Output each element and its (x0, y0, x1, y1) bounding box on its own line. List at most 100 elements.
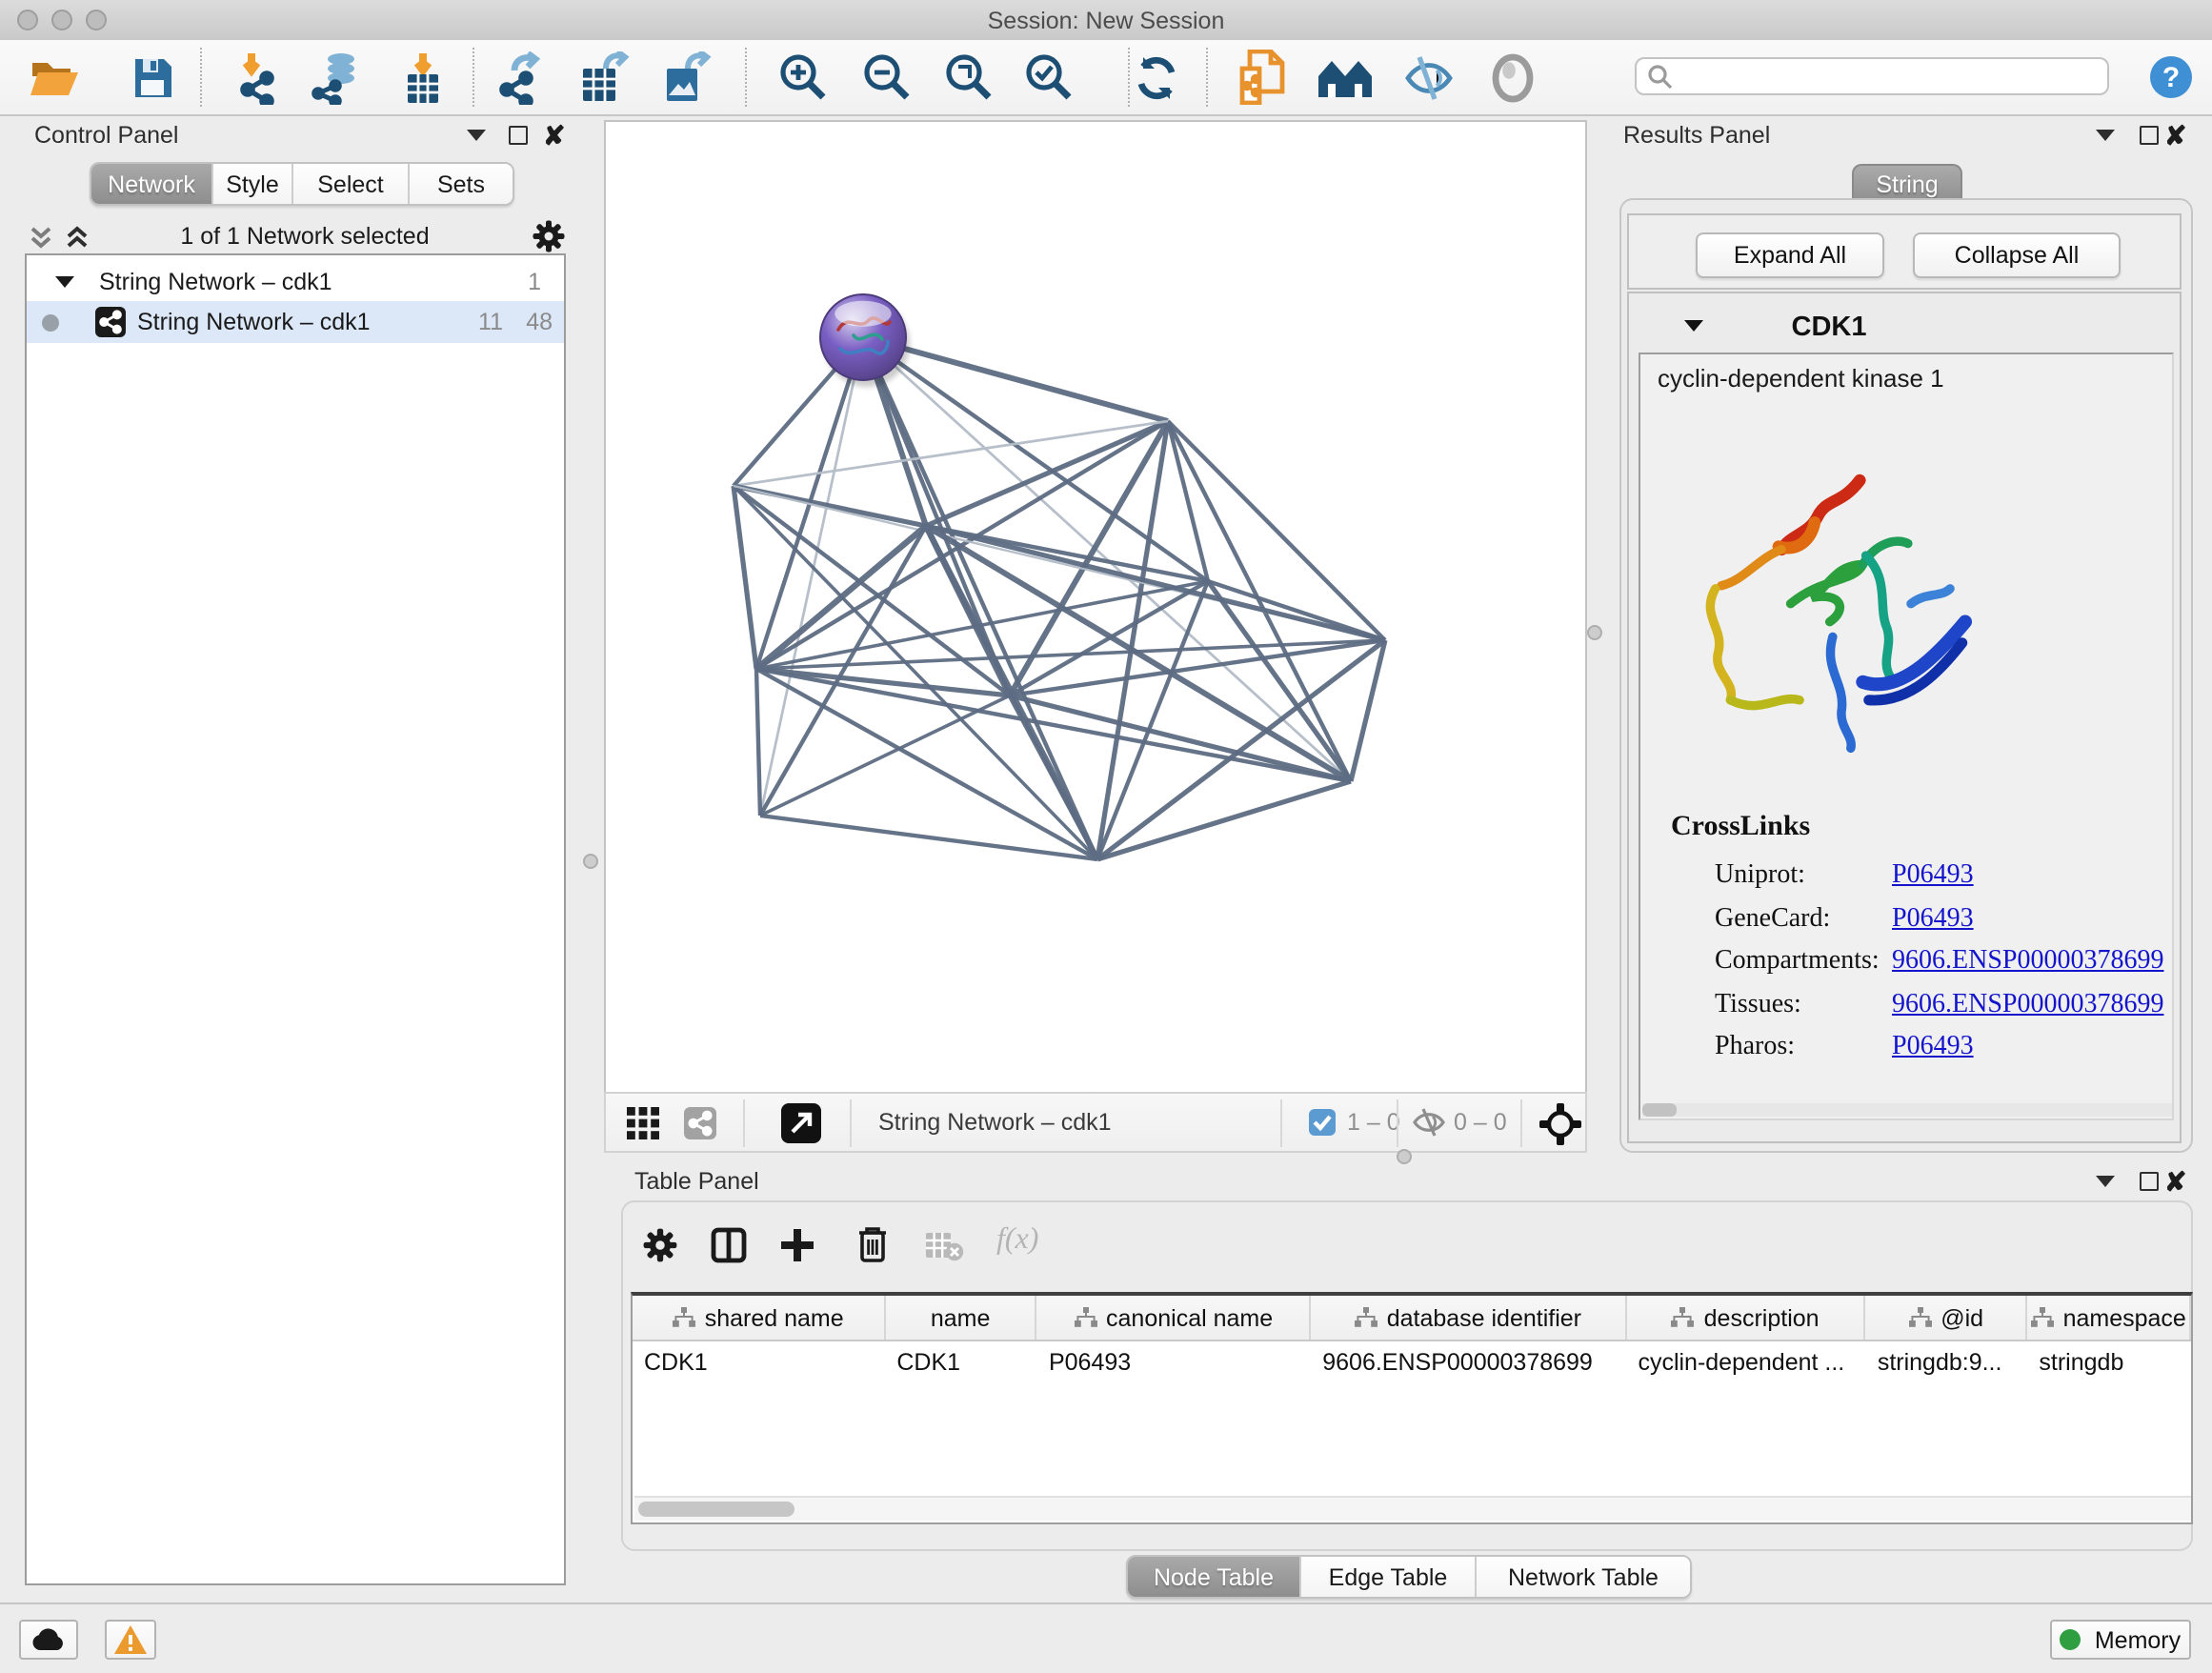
edge-CDKN1A-CCNE1[interactable] (1097, 781, 1351, 859)
edge-CCNB1-HIST1H1A[interactable] (756, 669, 760, 816)
edge-CCNB2-CCNE1[interactable] (863, 337, 1097, 859)
network-tree-row-selected[interactable]: String Network – cdk1 11 48 (27, 301, 564, 343)
results-panel-close-icon[interactable]: ✘ (2164, 126, 2186, 145)
table-cell[interactable]: stringdb (2027, 1341, 2191, 1383)
gene-details-hscrollbar[interactable] (1642, 1103, 2172, 1117)
column-header-canonical-name[interactable]: canonical name (1037, 1296, 1311, 1340)
control-panel-menu-caret[interactable] (467, 130, 486, 141)
export-image-button[interactable] (652, 46, 720, 109)
table-hscrollbar[interactable] (634, 1496, 2193, 1521)
collapse-all-button[interactable]: Collapse All (1913, 232, 2121, 278)
string-home-button[interactable] (1311, 46, 1379, 109)
collapse-all-chevron-icon[interactable] (27, 223, 55, 252)
table-cell[interactable]: P06493 (1037, 1341, 1311, 1383)
right-splitter-handle[interactable] (1587, 625, 1602, 640)
fit-selected-crosshair-icon[interactable] (1539, 1103, 1581, 1145)
edge-CCNB2-HIST1H1A[interactable] (760, 337, 863, 816)
edge-CCNA1-CDK1[interactable] (926, 421, 1168, 526)
tab-network[interactable]: Network (91, 164, 213, 204)
refresh-button[interactable] (1122, 46, 1191, 109)
table-panel-menu-caret[interactable] (2096, 1176, 2115, 1187)
results-panel-menu-caret[interactable] (2096, 130, 2115, 141)
crosslink-link[interactable]: 9606.ENSP00000378699 (1892, 991, 2163, 1021)
horizontal-splitter-handle[interactable] (1397, 1149, 1412, 1164)
cloud-button[interactable] (19, 1620, 78, 1660)
crosslink-link[interactable]: P06493 (1892, 1034, 1974, 1064)
open-session-button[interactable] (19, 46, 88, 109)
results-panel-float-icon[interactable] (2140, 126, 2159, 145)
table-cell[interactable]: CDK1 (633, 1341, 885, 1383)
table-cell[interactable]: 9606.ENSP00000378699 (1311, 1341, 1626, 1383)
table-panel-float-icon[interactable] (2140, 1172, 2159, 1191)
left-splitter-handle[interactable] (583, 854, 598, 869)
birdseye-view-icon[interactable] (781, 1103, 821, 1143)
tab-node-table[interactable]: Node Table (1128, 1557, 1301, 1597)
add-column-icon[interactable] (779, 1227, 815, 1263)
selected-checkbox-icon[interactable] (1309, 1109, 1336, 1136)
network-graph[interactable] (606, 122, 1585, 1092)
control-panel-float-icon[interactable] (509, 126, 528, 145)
gene-section-caret[interactable] (1684, 320, 1703, 332)
edge-HIST1H1A-CCNE1[interactable] (760, 816, 1097, 859)
edge-CDK1-CCNB1[interactable] (756, 526, 926, 669)
memory-button[interactable]: Memory (2050, 1620, 2191, 1660)
tree-expand-caret[interactable] (55, 275, 74, 287)
crosslink-link[interactable]: P06493 (1892, 861, 1974, 892)
network-canvas[interactable] (604, 120, 1587, 1094)
table-panel-close-icon[interactable]: ✘ (2164, 1172, 2186, 1191)
show-columns-icon[interactable] (711, 1227, 747, 1263)
column-header-@id[interactable]: @id (1866, 1296, 2028, 1340)
edge-CCNA2-HIST1H1A[interactable] (760, 695, 1010, 816)
hide-glasspane-button[interactable] (1395, 46, 1463, 109)
tab-style[interactable]: Style (213, 164, 293, 204)
table-cell[interactable]: stringdb:9... (1866, 1341, 2028, 1383)
zoom-in-button[interactable] (768, 46, 836, 109)
table-row[interactable]: CDK1CDK1P064939606.ENSP00000378699cyclin… (633, 1341, 2191, 1383)
import-table-file-button[interactable] (389, 46, 457, 109)
crosslink-link[interactable]: 9606.ENSP00000378699 (1892, 947, 2163, 978)
tab-sets[interactable]: Sets (410, 164, 513, 204)
column-header-database-identifier[interactable]: database identifier (1311, 1296, 1626, 1340)
save-session-button[interactable] (118, 46, 187, 109)
network-options-gear-icon[interactable] (532, 219, 566, 253)
tab-select[interactable]: Select (293, 164, 410, 204)
search-input[interactable] (1673, 61, 2107, 91)
edge-CCNA1-CDC25B[interactable] (734, 421, 1168, 486)
tab-edge-table[interactable]: Edge Table (1301, 1557, 1477, 1597)
network-tree-root-row[interactable]: String Network – cdk1 1 (27, 261, 564, 301)
node-table[interactable]: shared namenamecanonical namedatabase id… (631, 1292, 2193, 1524)
column-header-name[interactable]: name (885, 1296, 1037, 1340)
edge-CCNA1-RB1[interactable] (1168, 421, 1385, 640)
scrollbar-thumb[interactable] (638, 1502, 794, 1517)
export-table-button[interactable] (570, 46, 638, 109)
import-network-button[interactable] (229, 46, 297, 109)
scrollbar-thumb[interactable] (1642, 1103, 1677, 1117)
export-network-button[interactable] (488, 46, 556, 109)
zoom-selected-button[interactable] (1014, 46, 1082, 109)
crosslink-link[interactable]: P06493 (1892, 904, 1974, 935)
zoom-fit-button[interactable] (934, 46, 1002, 109)
table-settings-gear-icon[interactable] (642, 1227, 678, 1263)
control-panel-close-icon[interactable]: ✘ (543, 126, 565, 145)
table-cell[interactable]: cyclin-dependent ... (1626, 1341, 1865, 1383)
delete-column-trash-icon[interactable] (855, 1225, 890, 1263)
column-header-shared-name[interactable]: shared name (633, 1296, 885, 1340)
expand-all-chevron-icon[interactable] (63, 223, 91, 252)
table-cell[interactable]: CDK1 (885, 1341, 1037, 1383)
search-field[interactable] (1635, 57, 2109, 95)
string-import-button[interactable] (1229, 46, 1297, 109)
hidden-node-edge-count: 0 – 0 (1454, 1109, 1507, 1136)
tab-network-table[interactable]: Network Table (1477, 1557, 1690, 1597)
expand-all-button[interactable]: Expand All (1696, 232, 1884, 278)
column-header-namespace[interactable]: namespace (2027, 1296, 2191, 1340)
grid-view-icon[interactable] (627, 1107, 659, 1139)
column-header-description[interactable]: description (1626, 1296, 1865, 1340)
import-table-database-button[interactable] (303, 46, 372, 109)
edge-CDC25B-CCNB1[interactable] (734, 486, 756, 669)
help-button[interactable]: ? (2136, 46, 2204, 109)
warnings-button[interactable] (105, 1620, 156, 1660)
show-glasspane-button[interactable] (1478, 46, 1547, 109)
results-tab-string[interactable]: String (1852, 164, 1962, 202)
zoom-out-button[interactable] (852, 46, 920, 109)
network-share-gray-icon[interactable] (684, 1107, 716, 1139)
